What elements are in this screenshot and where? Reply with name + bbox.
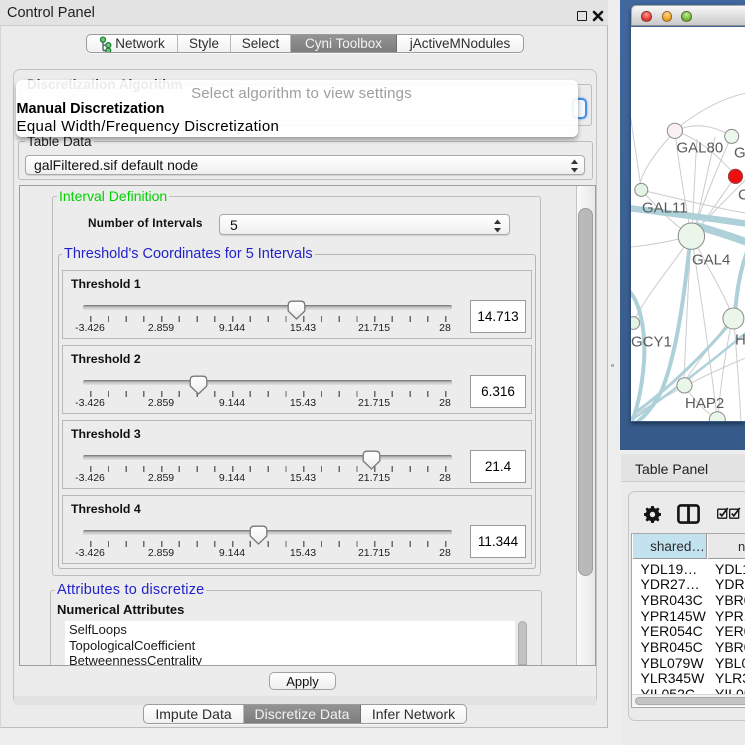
- svg-text:GA: GA: [734, 145, 745, 162]
- svg-text:HAP2: HAP2: [685, 395, 724, 412]
- svg-text:H: H: [735, 332, 745, 349]
- svg-text:GCY1: GCY1: [631, 334, 672, 351]
- svg-text:GAL4: GAL4: [692, 252, 730, 269]
- svg-text:GAL11: GAL11: [642, 200, 688, 217]
- svg-text:GAL80: GAL80: [677, 140, 724, 157]
- svg-text:C: C: [738, 187, 745, 204]
